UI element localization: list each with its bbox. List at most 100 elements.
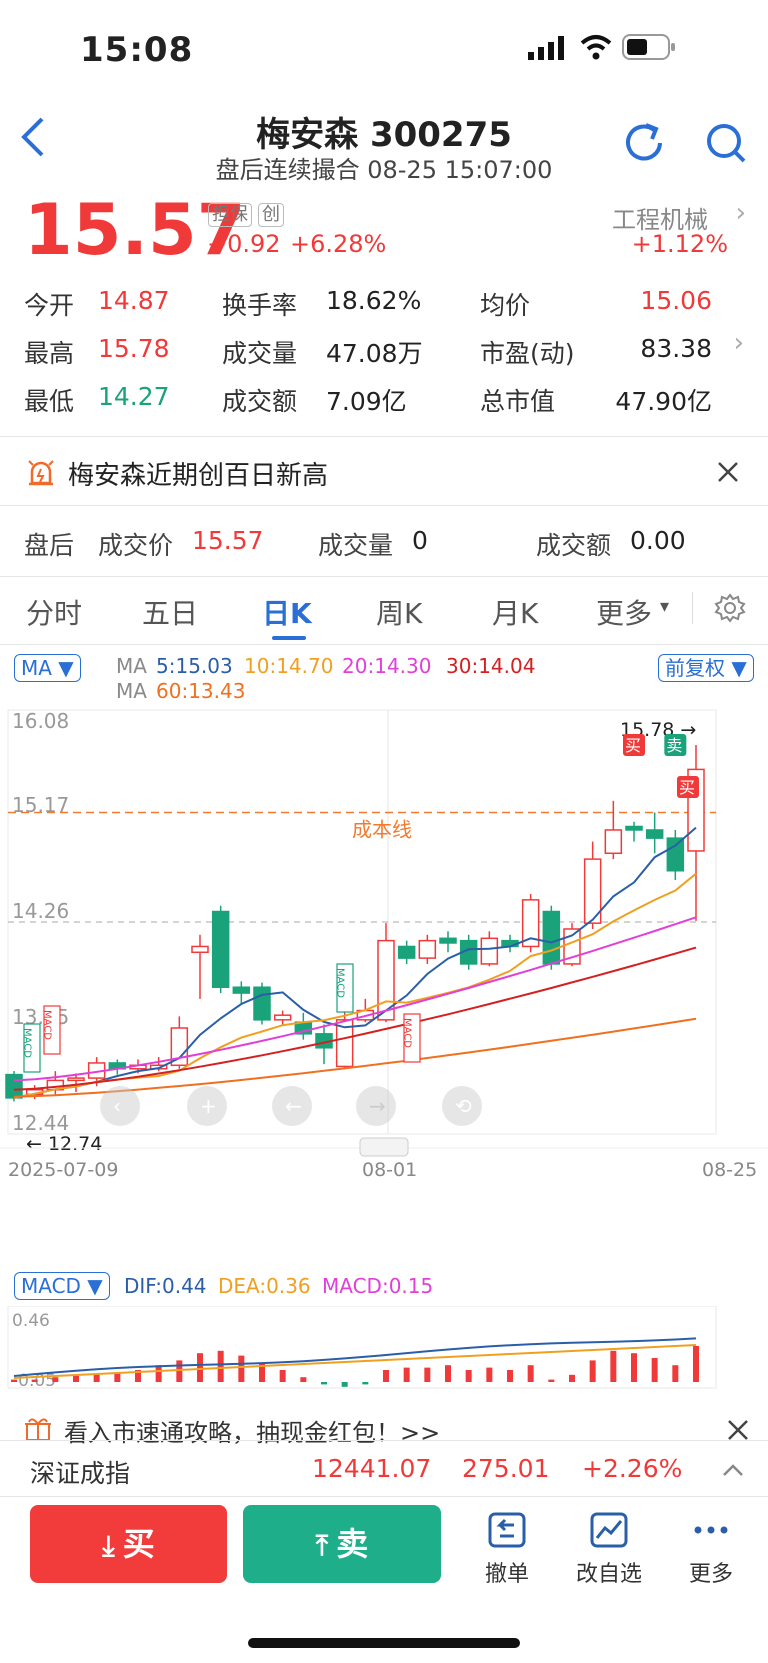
candle-body xyxy=(377,939,395,1021)
x-axis-label: 08-01 xyxy=(362,1159,417,1181)
more-dots-icon xyxy=(694,1526,728,1534)
index-change: 275.01 xyxy=(462,1454,550,1483)
stat-label: 成交量 xyxy=(222,339,298,368)
macd-histogram-bar xyxy=(465,1370,472,1382)
candle-body xyxy=(418,939,437,959)
stat-label: 总市值 xyxy=(480,387,556,416)
edit-watchlist-icon xyxy=(590,1512,628,1548)
macd-histogram-bar xyxy=(341,1382,348,1387)
macd-histogram-bar xyxy=(693,1346,699,1382)
status-bar: 15:08 xyxy=(0,0,768,90)
candle-body xyxy=(645,829,664,839)
macd-selector[interactable]: MACD ▼ xyxy=(14,1272,110,1300)
edit-watchlist-label: 改自选 xyxy=(575,1562,642,1587)
afterhours-price: 15.57 xyxy=(192,526,264,555)
macd-marker-text: MACD xyxy=(335,968,346,998)
candle-body xyxy=(439,937,457,944)
macd-histogram-bar xyxy=(589,1360,596,1382)
macd-histogram-bar xyxy=(11,1379,17,1382)
index-pct: +2.26% xyxy=(582,1454,683,1483)
macd-histogram-bar xyxy=(155,1365,162,1382)
stat-value: 18.62% xyxy=(326,286,422,315)
gear-icon[interactable] xyxy=(714,592,746,624)
adjust-selector[interactable]: 前复权 ▼ xyxy=(658,654,754,682)
macd-histogram-bar xyxy=(217,1350,224,1382)
afterhours-amt: 0.00 xyxy=(630,526,686,555)
chevron-right-icon[interactable]: › xyxy=(736,198,746,228)
tab-weekly-k[interactable]: 周K xyxy=(376,592,422,632)
stat-value: 7.09亿 xyxy=(326,387,407,416)
more-tab[interactable]: 更多 xyxy=(666,1510,756,1588)
candle-body xyxy=(604,829,623,855)
close-icon[interactable] xyxy=(716,460,740,484)
close-icon[interactable] xyxy=(726,1418,750,1442)
sell-button[interactable]: ⤒ 卖 xyxy=(243,1505,441,1583)
top-nav: 梅安森 300275 盘后连续撮合 08-25 15:07:00 xyxy=(0,95,768,190)
macd-histogram-bar xyxy=(403,1367,410,1382)
chart-drag-handle xyxy=(359,1137,409,1157)
divider xyxy=(0,576,768,577)
macd-histogram-bar xyxy=(569,1374,575,1382)
search-icon[interactable] xyxy=(698,115,754,171)
macd-histogram-bar xyxy=(93,1374,100,1382)
price-change: +0.92 xyxy=(207,230,281,258)
stat-value: 14.87 xyxy=(98,286,170,315)
x-axis-label: 2025-07-09 xyxy=(8,1159,118,1181)
macd-histogram-bar xyxy=(631,1353,637,1382)
macd-histogram-bar xyxy=(238,1355,245,1382)
macd-histogram-bar xyxy=(300,1377,307,1382)
stat-label: 今开 xyxy=(24,291,75,320)
tab-daily-k[interactable]: 日K xyxy=(262,592,312,632)
refresh-icon[interactable] xyxy=(616,115,672,171)
afterhours-price-label: 成交价 xyxy=(98,531,174,560)
macd-histogram-bar xyxy=(52,1377,59,1382)
index-value: 12441.07 xyxy=(312,1454,432,1483)
macd-marker-text: MACD xyxy=(402,1018,413,1048)
macd-histogram-bar xyxy=(383,1370,389,1382)
tab-intraday[interactable]: 分时 xyxy=(26,592,82,632)
promo-text[interactable]: 看入市速通攻略，抽现金红包！>> xyxy=(64,1413,440,1448)
macd-top-label: 0.46 xyxy=(12,1311,50,1331)
alarm-icon xyxy=(28,460,54,486)
macd-histogram-bar xyxy=(527,1365,534,1382)
gift-icon xyxy=(25,1418,51,1441)
stat-label: 均价 xyxy=(480,291,531,320)
tab-monthly-k[interactable]: 月K xyxy=(492,592,538,632)
caret-down-icon[interactable]: ▾ xyxy=(660,596,669,617)
macd-histogram-bar xyxy=(651,1358,658,1382)
ma30-value: 30:14.04 xyxy=(446,654,536,678)
tab-five-day[interactable]: 五日 xyxy=(142,592,198,632)
chart-control-icon: ⟲ xyxy=(455,1094,472,1118)
tab-more[interactable]: 更多 xyxy=(596,592,652,632)
chart-control-icon: ← xyxy=(285,1094,302,1118)
ma-prefix-2: MA xyxy=(116,679,147,703)
buy-button[interactable]: ⤓ 买 xyxy=(30,1505,227,1583)
macd-selector-label: MACD xyxy=(21,1274,81,1298)
edit-watchlist-tab[interactable]: 改自选 xyxy=(564,1510,654,1588)
rewind-icon: ‹‹ xyxy=(28,1093,46,1118)
y-tick-label: 15.17 xyxy=(12,793,69,817)
dea-value: DEA:0.36 xyxy=(218,1274,311,1298)
home-indicator xyxy=(248,1638,520,1648)
candle-body xyxy=(211,910,230,988)
chart-control-icon: + xyxy=(200,1094,217,1118)
ma-selector[interactable]: MA ▼ xyxy=(14,654,81,682)
kline-chart[interactable]: 16.0815.1714.2613.3512.44成本线15.78 →← 12.… xyxy=(0,706,768,1226)
price-change-pct: +6.28% xyxy=(290,230,387,258)
macd-histogram-bar xyxy=(197,1353,203,1382)
macd-chart[interactable]: 0.46-0.05 xyxy=(0,1306,768,1390)
dif-value: DIF:0.44 xyxy=(124,1274,207,1298)
chevron-up-icon[interactable] xyxy=(722,1462,744,1478)
cancel-order-tab[interactable]: 撤单 xyxy=(462,1510,552,1588)
trade-signal-text: 买 xyxy=(679,778,695,797)
index-name[interactable]: 深证成指 xyxy=(30,1454,130,1490)
stats-grid: 今开 14.87 换手率 18.62% 均价 15.06 最高 15.78 成交量 47.08万 市… xyxy=(24,286,754,426)
notice-text[interactable]: 梅安森近期创百日新高 xyxy=(68,455,328,492)
chevron-right-icon[interactable]: › xyxy=(734,328,744,358)
wifi-icon xyxy=(580,35,612,60)
ma-selector-label: MA xyxy=(21,656,52,680)
cancel-order-label: 撤单 xyxy=(484,1562,529,1587)
macd-histogram-bar xyxy=(507,1370,513,1382)
ma60-value: 60:13.43 xyxy=(156,679,246,703)
candle-body xyxy=(397,945,416,959)
